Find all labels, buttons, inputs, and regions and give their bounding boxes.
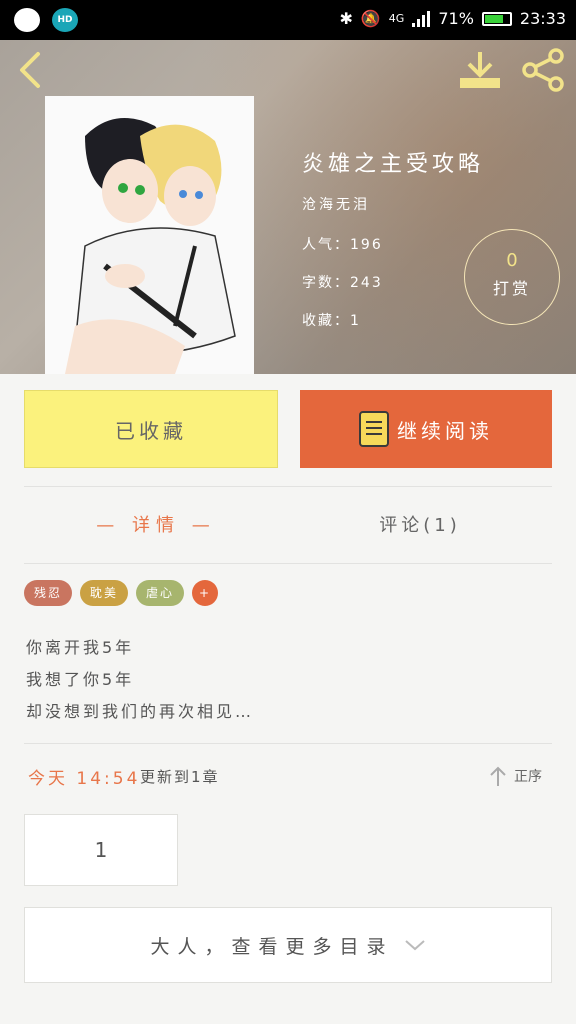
tag[interactable]: 残忍 — [24, 580, 73, 606]
chapter-item[interactable]: 1 — [24, 814, 178, 886]
clock: 23:33 — [519, 9, 566, 28]
stat-separator: ： — [334, 237, 350, 253]
more-catalog-label: 大人，查看更多目录 — [150, 935, 394, 958]
favorites-value: 1 — [350, 313, 361, 329]
signal-icon — [412, 10, 431, 27]
favorited-label: 已收藏 — [115, 418, 187, 443]
divider — [24, 743, 552, 744]
hd-icon: HD — [52, 8, 78, 32]
tip-label: 打赏 — [492, 279, 531, 298]
tip-count: 0 — [506, 250, 518, 271]
download-button[interactable] — [456, 48, 504, 92]
favorites-label: 收藏 — [302, 313, 334, 329]
battery-icon — [481, 11, 512, 26]
network-type: 4G — [388, 12, 405, 25]
back-arrow-icon — [20, 52, 40, 88]
popularity-stat: 人气：196 — [302, 234, 484, 254]
more-catalog-button[interactable]: 大人，查看更多目录 — [24, 907, 552, 983]
tab-comments[interactable]: 评论(1) — [288, 496, 552, 552]
update-time: 今天 14:54 — [28, 769, 141, 789]
tip-button[interactable]: 0 打赏 — [464, 229, 560, 325]
status-bar: HD ✱ 🔕 4G 71% 23:33 — [0, 0, 576, 40]
book-icon — [359, 411, 389, 447]
word-count-label: 字数 — [302, 275, 334, 291]
tag[interactable]: 耽美 — [80, 580, 129, 606]
book-header: 炎雄之主受攻略 沧海无泪 人气：196 字数：243 收藏：1 0 打赏 — [0, 40, 576, 374]
word-count-stat: 字数：243 — [302, 272, 484, 292]
tag-list: 残忍 耽美 虐心 + — [24, 580, 219, 606]
sort-order-label: 正序 — [514, 769, 542, 785]
divider — [24, 486, 552, 487]
share-icon — [522, 48, 564, 92]
synopsis-line: 我想了你5年 — [26, 670, 135, 689]
popularity-value: 196 — [350, 237, 383, 253]
download-icon — [460, 52, 500, 88]
book-cover-image[interactable] — [45, 96, 254, 374]
back-button[interactable] — [12, 48, 52, 92]
cover-illustration — [45, 96, 254, 374]
update-text: 更新到1章 — [140, 768, 220, 786]
synopsis-line: 你离开我5年 — [26, 638, 135, 657]
book-author: 沧海无泪 — [302, 197, 370, 213]
sort-order-button[interactable]: 正序 — [488, 762, 552, 790]
favorited-button[interactable]: 已收藏 — [24, 390, 278, 468]
favorites-stat: 收藏：1 — [302, 310, 484, 330]
word-count-value: 243 — [350, 275, 383, 291]
popularity-label: 人气 — [302, 237, 334, 253]
stat-separator: ： — [334, 313, 350, 329]
divider — [24, 563, 552, 564]
synopsis: 你离开我5年 我想了你5年 却没想到我们的再次相见… — [26, 632, 254, 728]
tag[interactable]: 虐心 — [136, 580, 185, 606]
battery-percent: 71% — [438, 9, 474, 28]
stat-separator: ： — [334, 275, 350, 291]
arrow-up-icon — [490, 766, 506, 786]
bluetooth-icon: ✱ — [339, 9, 353, 28]
share-button[interactable] — [520, 48, 568, 92]
book-title: 炎雄之主受攻略 — [302, 152, 485, 177]
synopsis-line: 却没想到我们的再次相见… — [26, 702, 255, 721]
mute-icon: 🔕 — [360, 9, 381, 28]
tab-detail[interactable]: — 详情 — — [24, 496, 288, 552]
add-tag-button[interactable]: + — [192, 580, 219, 606]
continue-reading-label: 继续阅读 — [397, 418, 493, 443]
wechat-icon — [14, 8, 40, 32]
continue-reading-button[interactable]: 继续阅读 — [300, 390, 552, 468]
chevron-down-icon — [404, 940, 425, 951]
